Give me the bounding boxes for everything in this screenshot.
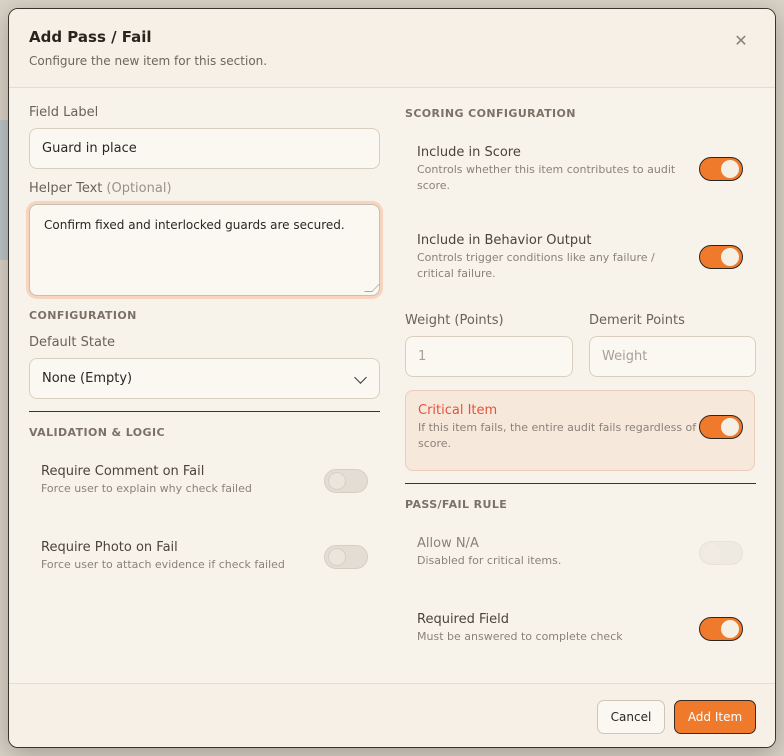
weight-label: Weight (Points) xyxy=(405,313,504,328)
allow-na-title: Allow N/A xyxy=(417,536,479,551)
require-photo-title: Require Photo on Fail xyxy=(41,540,178,555)
include-score-desc: Controls whether this item contributes t… xyxy=(417,163,676,192)
resize-handle[interactable] xyxy=(364,284,380,292)
configuration-heading: CONFIGURATION xyxy=(29,309,137,322)
toggle-knob xyxy=(721,160,739,178)
require-comment-desc: Force user to explain why check failed xyxy=(41,482,252,495)
toggle-knob xyxy=(328,548,346,566)
require-comment-title: Require Comment on Fail xyxy=(41,464,205,479)
toggle-knob xyxy=(721,248,739,266)
helper-text-textarea[interactable]: Confirm fixed and interlocked guards are… xyxy=(29,204,380,296)
add-pass-fail-modal: Add Pass / Fail Configure the new item f… xyxy=(8,8,776,748)
toggle-knob xyxy=(721,418,739,436)
modal-subtitle: Configure the new item for this section. xyxy=(29,54,268,68)
critical-item-toggle[interactable] xyxy=(699,415,743,439)
include-behavior-desc: Controls trigger conditions like any fai… xyxy=(417,251,655,280)
chevron-down-icon xyxy=(354,371,367,384)
required-field-toggle[interactable] xyxy=(699,617,743,641)
modal-header: Add Pass / Fail Configure the new item f… xyxy=(9,9,775,88)
critical-item-title: Critical Item xyxy=(418,403,498,418)
toggle-knob xyxy=(328,472,346,490)
helper-text-label-main: Helper Text xyxy=(29,181,103,196)
right-divider xyxy=(405,483,756,484)
allow-na-toggle[interactable] xyxy=(699,541,743,565)
close-icon[interactable]: ✕ xyxy=(733,33,749,49)
modal-title: Add Pass / Fail xyxy=(29,28,152,46)
left-divider xyxy=(29,411,380,412)
add-item-button[interactable]: Add Item xyxy=(674,700,756,734)
require-photo-toggle[interactable] xyxy=(324,545,368,569)
critical-item-desc: If this item fails, the entire audit fai… xyxy=(418,421,697,450)
allow-na-desc: Disabled for critical items. xyxy=(417,554,562,567)
field-label-label: Field Label xyxy=(29,105,99,120)
required-field-desc: Must be answered to complete check xyxy=(417,630,623,643)
default-state-label: Default State xyxy=(29,335,116,350)
include-behavior-toggle[interactable] xyxy=(699,245,743,269)
pass-fail-rule-heading: PASS/FAIL RULE xyxy=(405,498,508,511)
required-field-title: Required Field xyxy=(417,612,509,627)
helper-text-optional: (Optional) xyxy=(106,181,172,196)
critical-item-panel: Critical Item If this item fails, the en… xyxy=(405,390,755,471)
weight-input[interactable]: 1 xyxy=(405,336,573,377)
include-behavior-title: Include in Behavior Output xyxy=(417,233,592,248)
scoring-heading: SCORING CONFIGURATION xyxy=(405,107,576,120)
demerit-input[interactable]: Weight xyxy=(589,336,756,377)
include-score-toggle[interactable] xyxy=(699,157,743,181)
require-photo-desc: Force user to attach evidence if check f… xyxy=(41,558,285,571)
default-state-select[interactable]: None (Empty) xyxy=(29,358,380,399)
default-state-value: None (Empty) xyxy=(42,371,133,386)
helper-text-value: Confirm fixed and interlocked guards are… xyxy=(44,218,345,232)
validation-heading: VALIDATION & LOGIC xyxy=(29,426,165,439)
toggle-knob xyxy=(703,544,721,562)
modal-footer: Cancel Add Item xyxy=(9,683,775,747)
helper-text-label: Helper Text (Optional) xyxy=(29,181,172,196)
require-comment-toggle[interactable] xyxy=(324,469,368,493)
demerit-label: Demerit Points xyxy=(589,313,685,328)
include-score-title: Include in Score xyxy=(417,145,521,160)
field-label-input[interactable]: Guard in place xyxy=(29,128,380,169)
cancel-button[interactable]: Cancel xyxy=(597,700,665,734)
toggle-knob xyxy=(721,620,739,638)
